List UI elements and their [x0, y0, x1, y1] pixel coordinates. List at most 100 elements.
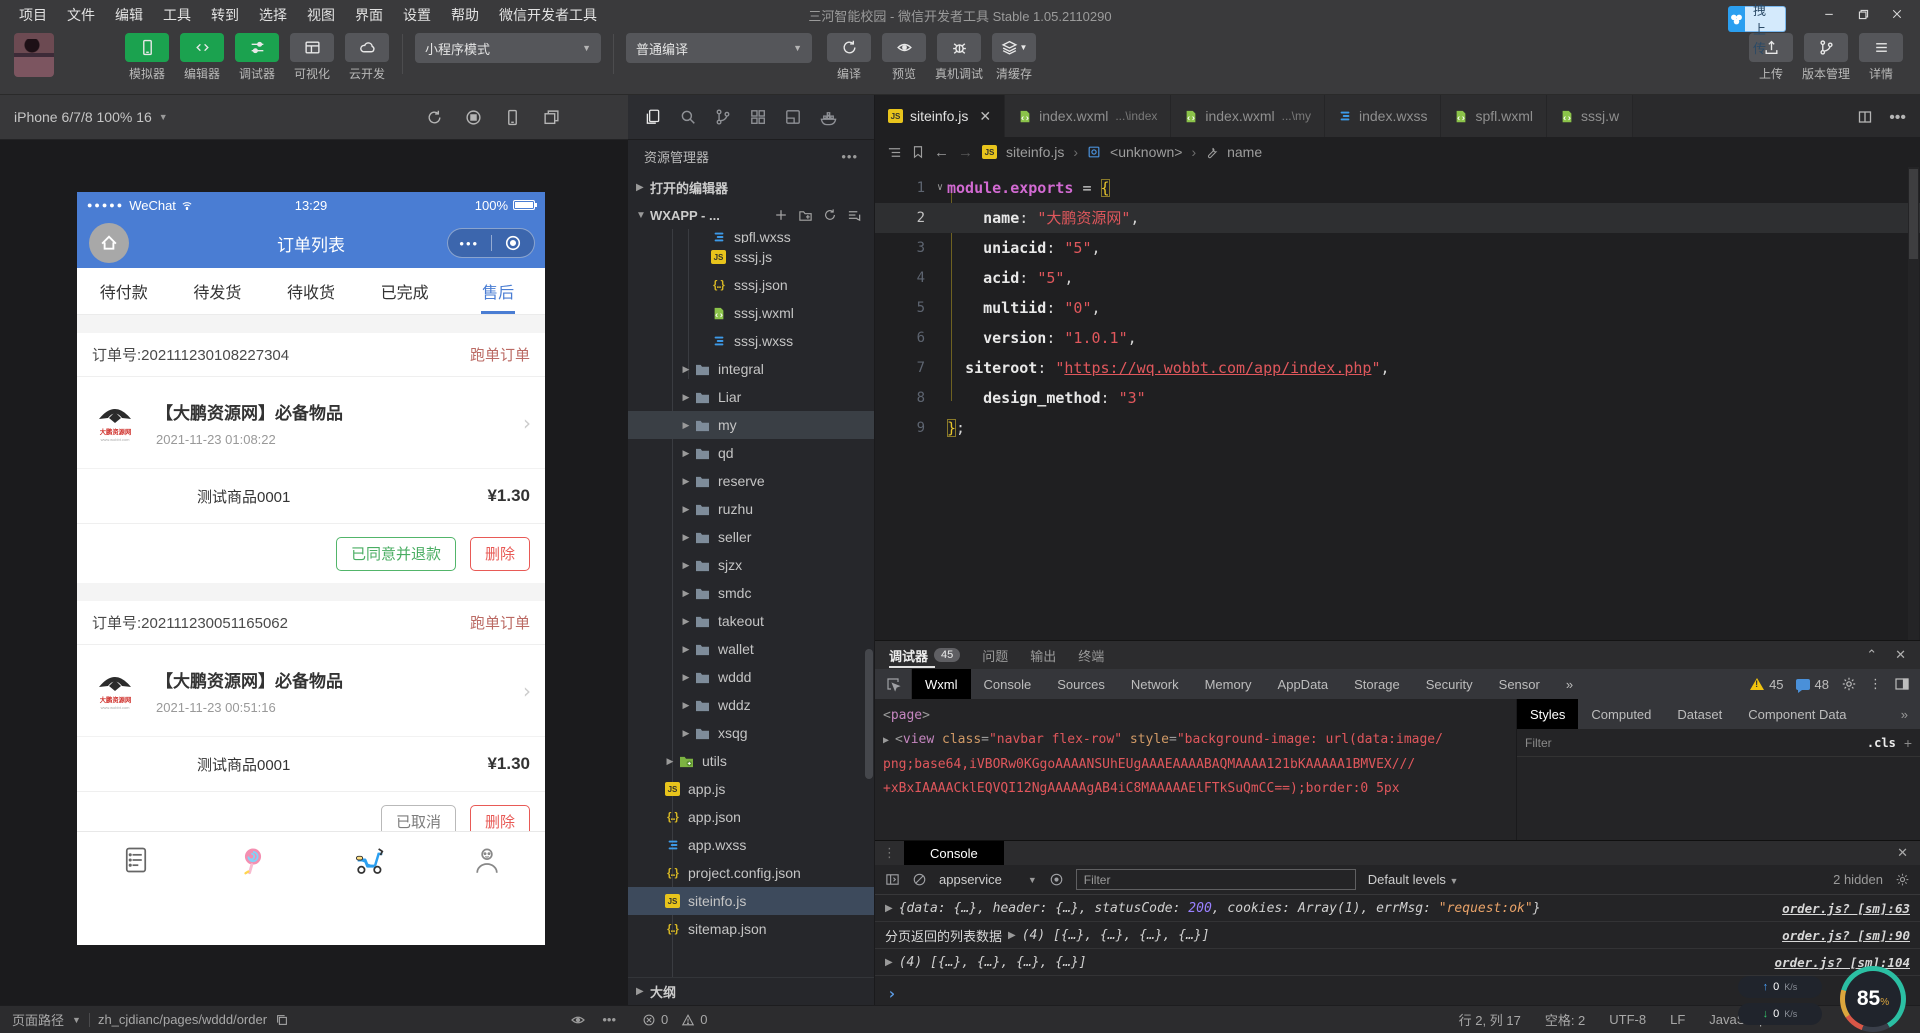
editor-tab-siteinfo.js[interactable]: JSsiteinfo.js✕ [875, 95, 1005, 137]
log-levels-select[interactable]: Default levels ▼ [1368, 872, 1459, 887]
order-tab-待收货[interactable]: 待收货 [264, 268, 358, 314]
warnings-count[interactable]: 45 [1750, 677, 1783, 692]
order-button-已同意并退款[interactable]: 已同意并退款 [336, 537, 456, 571]
forward-button[interactable]: → [958, 144, 973, 161]
devtools-tab-Security[interactable]: Security [1413, 669, 1486, 699]
close-icon[interactable]: ✕ [979, 108, 991, 125]
tree-folder-xsqg[interactable]: ▶xsqg [628, 719, 874, 747]
order-tab-已完成[interactable]: 已完成 [358, 268, 452, 314]
code-line-5[interactable]: 5 multiid: "0", [875, 293, 1920, 323]
tree-folder-qd[interactable]: ▶qd [628, 439, 874, 467]
code-line-2[interactable]: 2 name: "大鹏资源网", [875, 203, 1920, 233]
mode-select[interactable]: 小程序模式▼ [415, 33, 601, 63]
copy-path-button[interactable] [275, 1013, 289, 1027]
code-line-1[interactable]: 1∨module.exports = { [875, 173, 1920, 203]
devtools-tab-Wxml[interactable]: Wxml [912, 669, 971, 699]
close-console-button[interactable]: ✕ [1897, 845, 1920, 861]
maximize-button[interactable] [1846, 0, 1880, 28]
toolbar-button-可视化[interactable]: 可视化 [289, 33, 335, 82]
menu-item-项目[interactable]: 项目 [10, 2, 56, 28]
code-editor[interactable]: … 1∨module.exports = {2 name: "大鹏资源网",3 … [875, 167, 1920, 640]
tree-file-sitemap.json[interactable]: {..}sitemap.json [628, 915, 874, 943]
devtools-tab-Network[interactable]: Network [1118, 669, 1192, 699]
breadcrumb-member[interactable]: name [1227, 144, 1262, 160]
log-source-link[interactable]: order.js? [sm]:63 [1782, 901, 1910, 916]
styles-tab-Component Data[interactable]: Component Data [1735, 699, 1859, 729]
devtools-tab-Console[interactable]: Console [971, 669, 1045, 699]
more-tabs-icon[interactable]: » [1901, 707, 1920, 722]
cls-toggle[interactable]: .cls [1867, 736, 1896, 750]
tree-folder-utils[interactable]: ▶utils [628, 747, 874, 775]
tree-folder-wallet[interactable]: ▶wallet [628, 635, 874, 663]
open-editors-section[interactable]: ▶ 打开的编辑器 [628, 173, 874, 201]
device-selector[interactable]: iPhone 6/7/8 100% 16 ▼ [14, 109, 168, 125]
code-line-4[interactable]: 4 acid: "5", [875, 263, 1920, 293]
sim-multi-device-button[interactable] [543, 109, 560, 126]
menu-item-帮助[interactable]: 帮助 [442, 2, 488, 28]
compile-mode-select[interactable]: 普通编译▼ [626, 33, 812, 63]
live-expression-button[interactable] [1049, 872, 1064, 887]
panel-tab-调试器[interactable]: 调试器45 [889, 641, 960, 669]
tree-file-app.wxss[interactable]: app.wxss [628, 831, 874, 859]
npm-icon[interactable] [784, 108, 802, 126]
tree-file-siteinfo.js[interactable]: JSsiteinfo.js [628, 887, 874, 915]
console-sidebar-button[interactable] [885, 872, 900, 887]
status-item[interactable]: UTF-8 [1609, 1012, 1646, 1027]
editor-scrollbar[interactable] [1908, 167, 1919, 640]
devtools-tab-Sources[interactable]: Sources [1044, 669, 1118, 699]
editor-tab-spfl.wxml[interactable]: spfl.wxml [1441, 95, 1547, 137]
order-tab-待发货[interactable]: 待发货 [171, 268, 265, 314]
toolbar-button-编辑器[interactable]: 编辑器 [179, 33, 225, 82]
styles-tab-Styles[interactable]: Styles [1517, 699, 1578, 729]
tree-file-sssj.json[interactable]: {..}sssj.json [628, 271, 874, 299]
tree-folder-integral[interactable]: ▶integral [628, 355, 874, 383]
tree-file-sssj.js[interactable]: JSsssj.js [628, 243, 874, 271]
console-log-row[interactable]: ▶(4) [{…}, {…}, {…}, {…}]order.js? [sm]:… [875, 949, 1920, 976]
tree-file-sssj.wxss[interactable]: sssj.wxss [628, 327, 874, 355]
menu-item-界面[interactable]: 界面 [346, 2, 392, 28]
code-line-3[interactable]: 3 uniacid: "5", [875, 233, 1920, 263]
menu-item-工具[interactable]: 工具 [154, 2, 200, 28]
user-avatar[interactable] [14, 33, 54, 77]
more-options-button[interactable]: ••• [602, 1012, 616, 1027]
console-log-row[interactable]: 分页返回的列表数据▶(4) [{…}, {…}, {…}, {…}]order.… [875, 922, 1920, 949]
tree-folder-takeout[interactable]: ▶takeout [628, 607, 874, 635]
tree-folder-reserve[interactable]: ▶reserve [628, 467, 874, 495]
wxml-line[interactable]: png;base64,iVBORw0KGgoAAAANSUhEUgAAAEAAA… [883, 753, 1516, 777]
styles-filter-input[interactable] [1525, 736, 1859, 750]
collapse-panel-button[interactable]: ⌃ [1866, 647, 1877, 663]
outline-section[interactable]: ▶ 大纲 [628, 977, 874, 1005]
tabbar-scooter[interactable] [311, 844, 428, 876]
tree-folder-wddz[interactable]: ▶wddz [628, 691, 874, 719]
wxml-line[interactable]: +xBxIAAAACklEQVQI12NgAAAAAgAB4iC8MAAAAAE… [883, 777, 1516, 801]
tree-file-app.json[interactable]: {..}app.json [628, 803, 874, 831]
status-item[interactable]: LF [1670, 1012, 1685, 1027]
toolbar-button-版本管理[interactable]: 版本管理 [1803, 33, 1849, 82]
console-log-row[interactable]: ▶{data: {…}, header: {…}, statusCode: 20… [875, 895, 1920, 922]
exit-button[interactable] [492, 234, 535, 252]
extensions-icon[interactable] [749, 108, 767, 126]
console-tab[interactable]: Console [904, 841, 1004, 865]
editor-tab-index.wxml[interactable]: index.wxml...\my [1171, 95, 1325, 137]
tree-file-project.config.json[interactable]: {..}project.config.json [628, 859, 874, 887]
log-source-link[interactable]: order.js? [sm]:104 [1775, 955, 1910, 970]
styles-tab-Computed[interactable]: Computed [1578, 699, 1664, 729]
bookmark-icon[interactable] [911, 145, 925, 159]
code-line-7[interactable]: 7 siteroot: "https://wq.wobbt.com/app/in… [875, 353, 1920, 383]
dock-side-button[interactable] [1894, 676, 1910, 692]
tree-folder-seller[interactable]: ▶seller [628, 523, 874, 551]
more-icon[interactable]: ••• [841, 149, 858, 164]
tree-folder-my[interactable]: ▶my [628, 411, 874, 439]
messages-count[interactable]: 48 [1796, 677, 1829, 692]
refresh-tree-button[interactable] [823, 208, 837, 223]
new-folder-button[interactable] [798, 208, 813, 223]
panel-tab-终端[interactable]: 终端 [1078, 641, 1104, 669]
tree-file-spfl.wxss[interactable]: spfl.wxss [628, 229, 874, 243]
tree-folder-Liar[interactable]: ▶Liar [628, 383, 874, 411]
split-editor-button[interactable] [1857, 109, 1873, 127]
fold-arrow-icon[interactable]: ∨ [937, 173, 943, 203]
warnings-count[interactable]: 0 [700, 1012, 707, 1027]
devtools-tab-AppData[interactable]: AppData [1265, 669, 1342, 699]
more-actions-button[interactable]: ••• [1889, 109, 1906, 127]
home-button[interactable] [89, 223, 129, 263]
